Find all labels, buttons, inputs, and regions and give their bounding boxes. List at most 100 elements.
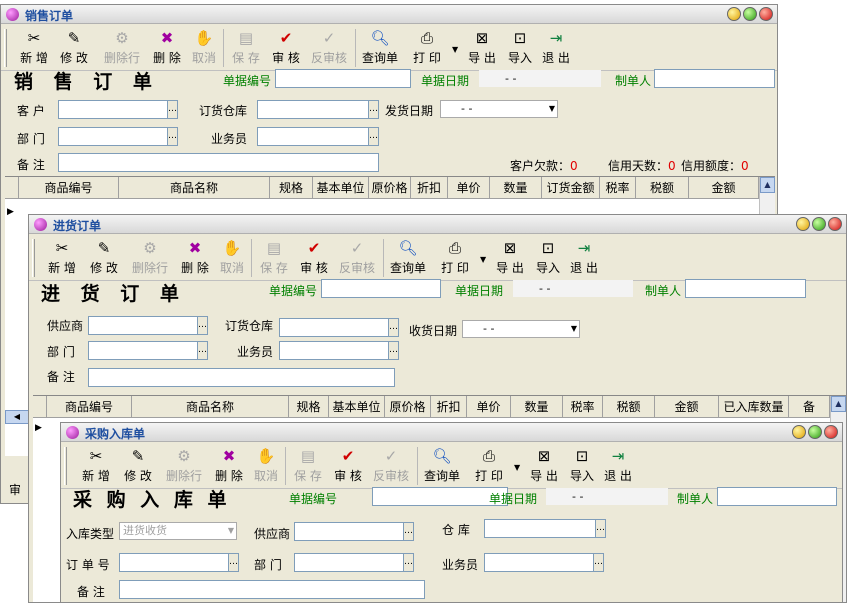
query-button[interactable]: 🔍︎ 查询单 [361, 25, 399, 71]
salesman-input[interactable]: … [279, 341, 399, 360]
col-header[interactable]: 折扣 [411, 177, 448, 199]
col-header[interactable]: 备 [789, 396, 830, 418]
minimize-button[interactable] [792, 425, 806, 439]
supplier-browse-button[interactable]: … [197, 317, 207, 334]
maker-input[interactable] [717, 487, 837, 506]
bill-no-input[interactable] [372, 487, 508, 506]
maker-input[interactable] [685, 279, 806, 298]
new-button[interactable]: ✂ 新 增 [15, 25, 53, 71]
edit-button[interactable]: ✎ 修 改 [119, 443, 157, 489]
warehouse-input[interactable]: … [279, 318, 399, 337]
minimize-button[interactable] [796, 217, 810, 231]
col-header[interactable]: 基本单位 [313, 177, 369, 199]
cancel-button[interactable]: ✋ 取消 [213, 235, 251, 281]
dept-browse-button[interactable]: … [197, 342, 207, 359]
supplier-browse-button[interactable]: … [403, 523, 413, 540]
maximize-button[interactable] [808, 425, 822, 439]
bill-no-input[interactable] [275, 69, 411, 88]
cancel-button[interactable]: ✋ 取消 [185, 25, 223, 71]
save-button[interactable]: ▤ 保 存 [255, 235, 293, 281]
remark-input[interactable] [88, 368, 395, 387]
col-header[interactable]: 商品编号 [47, 396, 132, 418]
maker-input[interactable] [654, 69, 775, 88]
unaudit-button[interactable]: ✓ 反审核 [338, 235, 376, 281]
col-header[interactable]: 原价格 [385, 396, 431, 418]
col-header[interactable]: 商品名称 [132, 396, 289, 418]
salesman-browse-button[interactable]: … [388, 342, 398, 359]
new-button[interactable]: ✂ 新 增 [43, 235, 81, 281]
warehouse-browse-button[interactable]: … [595, 520, 605, 537]
col-header[interactable]: 商品编号 [19, 177, 119, 199]
col-header[interactable]: 订货金额 [542, 177, 600, 199]
minimize-button[interactable] [727, 7, 741, 21]
dept-input[interactable]: … [294, 553, 414, 572]
audit-button[interactable]: ✔ 审 核 [329, 443, 367, 489]
audit-button[interactable]: ✔ 审 核 [295, 235, 333, 281]
customer-input[interactable]: … [58, 100, 178, 119]
close-button[interactable] [824, 425, 838, 439]
salesman-browse-button[interactable]: … [368, 128, 378, 145]
supplier-input[interactable]: … [88, 316, 208, 335]
bill-date-field[interactable]: - - [479, 70, 601, 87]
edit-button[interactable]: ✎ 修 改 [85, 235, 123, 281]
maximize-button[interactable] [743, 7, 757, 21]
maximize-button[interactable] [812, 217, 826, 231]
type-select[interactable]: 进货收货 ▼ [119, 522, 237, 540]
print-button[interactable]: ⎙ 打 印 [408, 25, 446, 71]
dept-browse-button[interactable]: … [403, 554, 413, 571]
cancel-button[interactable]: ✋ 取消 [247, 443, 285, 489]
salesman-browse-button[interactable]: … [593, 554, 603, 571]
scroll-up-icon[interactable]: ▲ [760, 177, 775, 193]
col-header[interactable]: 金额 [689, 177, 759, 199]
print-button[interactable]: ⎙ 打 印 [436, 235, 474, 281]
dept-input[interactable]: … [88, 341, 208, 360]
dept-input[interactable]: … [58, 127, 178, 146]
supplier-input[interactable]: … [294, 522, 414, 541]
col-header[interactable]: 税额 [636, 177, 689, 199]
col-header[interactable]: 税率 [600, 177, 636, 199]
remark-input[interactable] [119, 580, 425, 599]
col-header[interactable]: 规格 [270, 177, 313, 199]
col-header[interactable]: 数量 [490, 177, 542, 199]
order-no-input[interactable]: … [119, 553, 239, 572]
unaudit-button[interactable]: ✓ 反审核 [310, 25, 348, 71]
bill-no-input[interactable] [321, 279, 441, 298]
exit-button[interactable]: ⇥ 退 出 [565, 235, 603, 281]
col-header[interactable]: 税率 [563, 396, 603, 418]
salesman-input[interactable]: … [484, 553, 604, 572]
recv-date-picker[interactable]: - - ▼ [462, 320, 580, 338]
col-header[interactable]: 已入库数量 [719, 396, 789, 418]
col-header[interactable]: 基本单位 [329, 396, 385, 418]
salesman-input[interactable]: … [257, 127, 379, 146]
save-button[interactable]: ▤ 保 存 [227, 25, 265, 71]
warehouse-browse-button[interactable]: … [388, 319, 398, 336]
col-header[interactable]: 折扣 [431, 396, 467, 418]
col-header[interactable]: 规格 [289, 396, 329, 418]
bill-date-field[interactable]: - - [546, 488, 668, 505]
col-header[interactable]: 单价 [467, 396, 511, 418]
remark-input[interactable] [58, 153, 379, 172]
unaudit-button[interactable]: ✓ 反审核 [372, 443, 410, 489]
dept-browse-button[interactable]: … [167, 128, 177, 145]
delete-row-button[interactable]: ⚙ 删除行 [103, 25, 141, 71]
order-browse-button[interactable]: … [228, 554, 238, 571]
ship-date-picker[interactable]: - - ▼ [440, 100, 558, 118]
col-header[interactable]: 商品名称 [119, 177, 270, 199]
query-button[interactable]: 🔍︎ 查询单 [423, 443, 461, 489]
exit-button[interactable]: ⇥ 退 出 [537, 25, 575, 71]
col-header[interactable]: 单价 [448, 177, 490, 199]
warehouse-input[interactable]: … [257, 100, 379, 119]
delete-row-button[interactable]: ⚙ 删除行 [165, 443, 203, 489]
scroll-up-icon[interactable]: ▲ [831, 396, 846, 412]
new-button[interactable]: ✂ 新 增 [77, 443, 115, 489]
close-button[interactable] [828, 217, 842, 231]
query-button[interactable]: 🔍︎ 查询单 [389, 235, 427, 281]
hscroll-left-icon[interactable]: ◀ [5, 410, 29, 424]
delete-row-button[interactable]: ⚙ 删除行 [131, 235, 169, 281]
col-header[interactable]: 数量 [511, 396, 563, 418]
warehouse-input[interactable]: … [484, 519, 606, 538]
col-header[interactable]: 原价格 [369, 177, 411, 199]
col-header[interactable]: 金额 [655, 396, 719, 418]
print-button[interactable]: ⎙ 打 印 [470, 443, 508, 489]
col-header[interactable]: 税额 [603, 396, 655, 418]
